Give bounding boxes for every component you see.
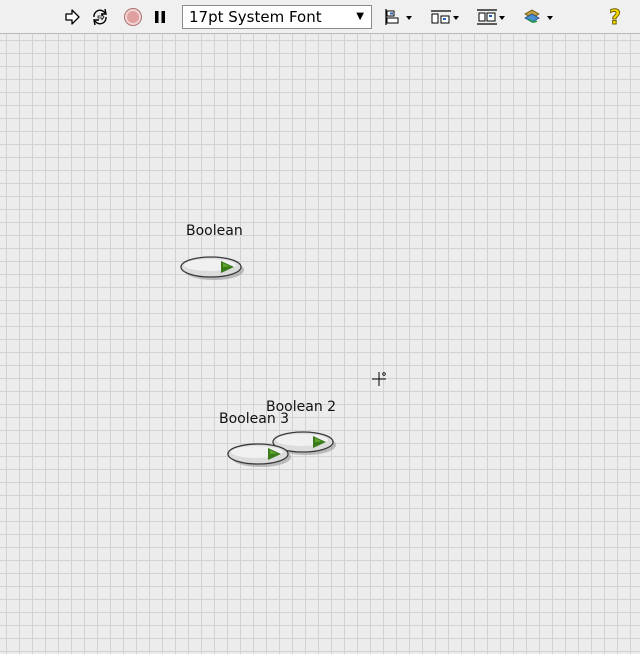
run-arrow-icon xyxy=(65,9,80,25)
context-help-button[interactable]: ? xyxy=(604,6,626,28)
distribute-objects-icon xyxy=(431,10,459,24)
boolean-1-label: Boolean xyxy=(186,223,243,239)
font-select-value: 17pt System Font xyxy=(189,8,322,26)
crosshair-cursor-icon xyxy=(371,371,387,387)
run-continuously-button[interactable] xyxy=(89,6,111,28)
front-panel-canvas[interactable]: Boolean Boolean 2 Boolean 3 xyxy=(0,34,640,654)
chevron-down-icon: ▼ xyxy=(356,11,364,22)
run-continuously-icon xyxy=(93,8,107,26)
align-objects-button[interactable] xyxy=(381,6,415,28)
led-button-icon xyxy=(227,443,291,467)
pause-icon xyxy=(155,11,165,23)
distribute-objects-button[interactable] xyxy=(428,6,462,28)
led-button-icon xyxy=(180,256,244,280)
pause-button[interactable] xyxy=(150,6,170,28)
svg-text:?: ? xyxy=(609,6,621,28)
align-objects-icon xyxy=(385,9,412,25)
font-select[interactable]: 17pt System Font ▼ xyxy=(182,5,372,29)
run-button[interactable] xyxy=(62,6,82,28)
resize-objects-button[interactable] xyxy=(474,6,508,28)
toolbar: 17pt System Font ▼ ? xyxy=(0,0,640,34)
labview-front-panel-window: 17pt System Font ▼ ? Boolean Boolean 2 B… xyxy=(0,0,640,654)
boolean-3-button[interactable] xyxy=(227,441,291,467)
resize-objects-icon xyxy=(477,9,505,25)
context-help-icon: ? xyxy=(609,6,622,28)
abort-stop-icon xyxy=(124,8,142,26)
reorder-button[interactable] xyxy=(520,6,556,28)
boolean-1-button[interactable] xyxy=(180,254,244,280)
abort-button[interactable] xyxy=(122,6,144,28)
boolean-3-label: Boolean 3 xyxy=(219,411,290,427)
reorder-icon xyxy=(524,9,553,23)
